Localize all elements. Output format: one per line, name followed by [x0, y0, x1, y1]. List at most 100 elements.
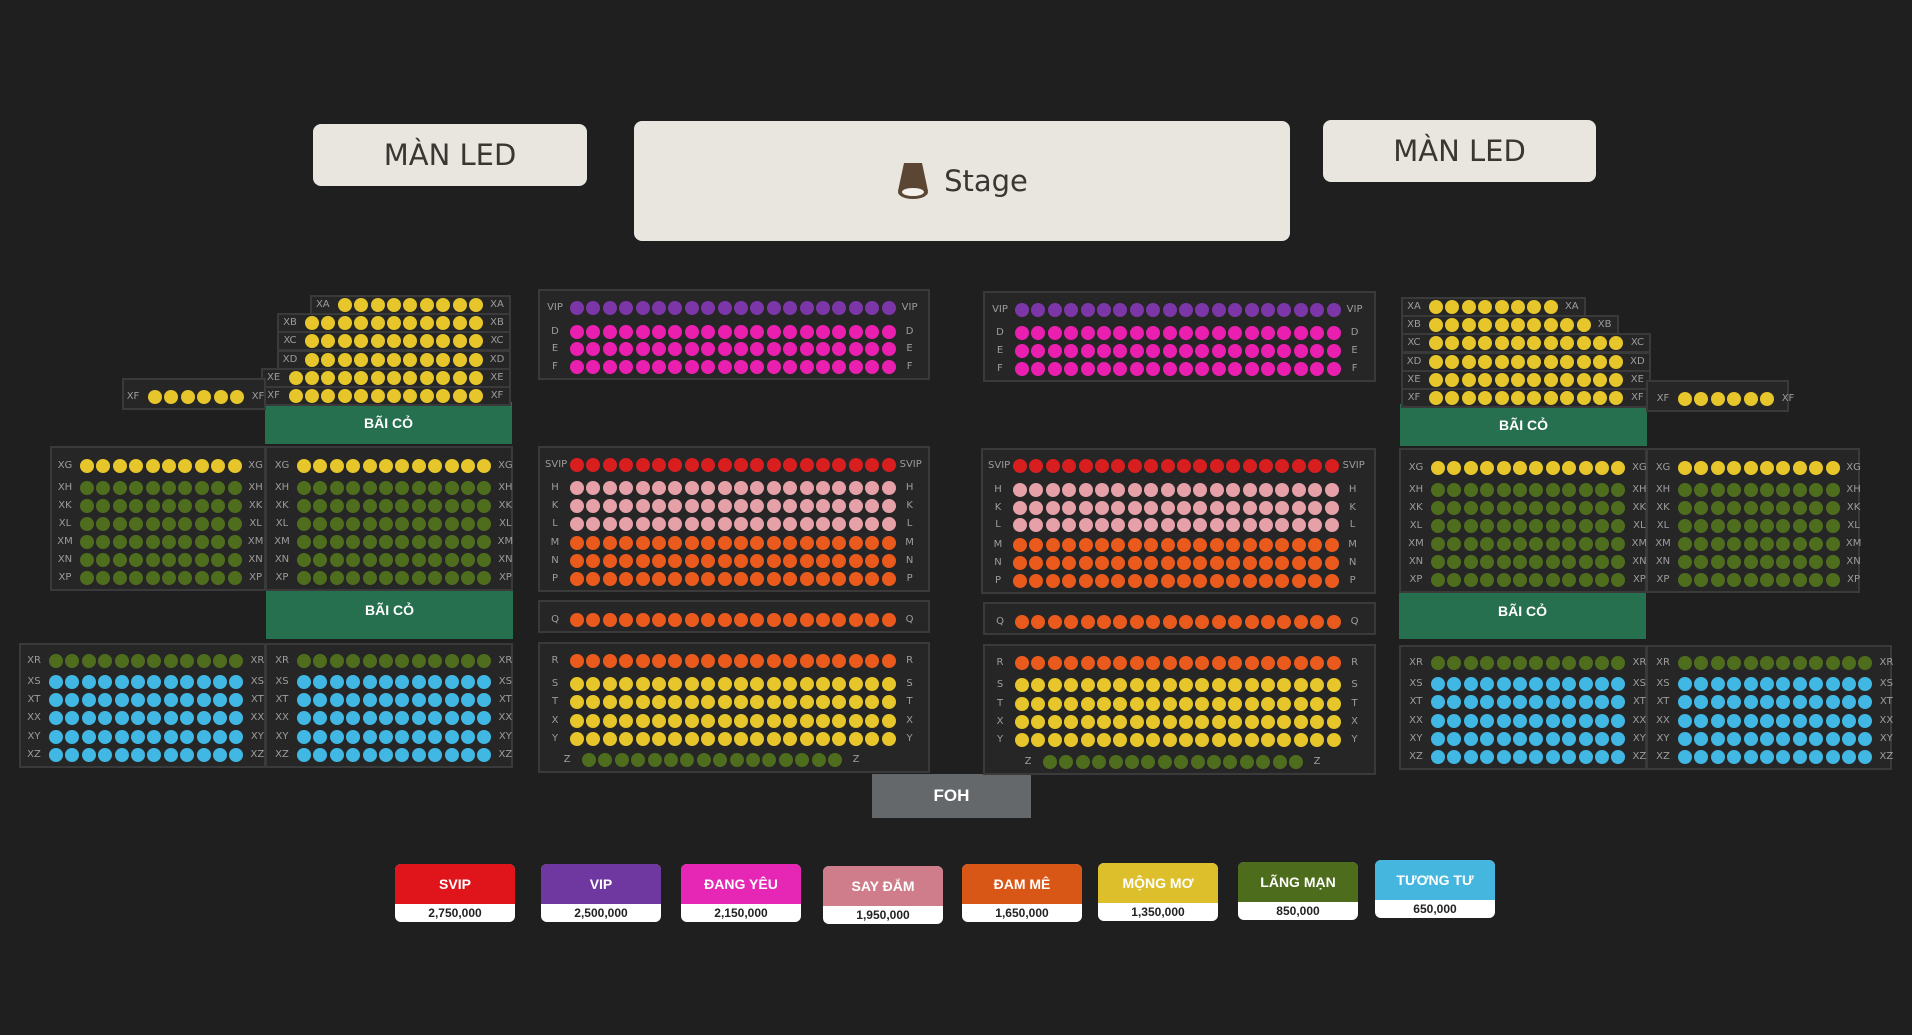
seat[interactable] — [131, 711, 145, 725]
seat[interactable] — [1447, 555, 1462, 569]
seat[interactable] — [1710, 573, 1725, 587]
seat[interactable] — [1129, 656, 1144, 670]
seat[interactable] — [602, 572, 617, 586]
seat[interactable] — [848, 499, 863, 513]
seat[interactable] — [1015, 615, 1029, 629]
seat[interactable] — [1326, 656, 1341, 670]
seat[interactable] — [750, 654, 765, 668]
seat[interactable] — [1031, 678, 1046, 692]
seat[interactable] — [477, 730, 492, 744]
seat[interactable] — [1291, 574, 1306, 588]
seat[interactable] — [848, 342, 863, 356]
seat[interactable] — [461, 693, 475, 707]
seat[interactable] — [1480, 537, 1495, 551]
seat[interactable] — [1259, 574, 1273, 588]
seat[interactable] — [1825, 555, 1840, 569]
seat[interactable] — [635, 613, 650, 627]
seat[interactable] — [684, 714, 699, 728]
seat[interactable] — [750, 458, 765, 472]
seat[interactable] — [1727, 537, 1742, 551]
seat[interactable] — [881, 572, 896, 586]
seat[interactable] — [1013, 518, 1027, 532]
seat[interactable] — [1047, 733, 1062, 747]
seat[interactable] — [1031, 656, 1046, 670]
seat[interactable] — [1111, 538, 1126, 552]
seat[interactable] — [570, 677, 584, 691]
seat[interactable] — [1078, 518, 1093, 532]
seat[interactable] — [1825, 501, 1840, 515]
seat[interactable] — [1463, 573, 1478, 587]
seat[interactable] — [1242, 574, 1257, 588]
seat[interactable] — [1562, 501, 1577, 515]
seat[interactable] — [1678, 392, 1692, 406]
seat[interactable] — [362, 654, 377, 668]
seat[interactable] — [635, 301, 650, 315]
seat[interactable] — [444, 693, 459, 707]
seat[interactable] — [1211, 715, 1226, 729]
seat[interactable] — [1858, 714, 1873, 728]
seat[interactable] — [766, 342, 781, 356]
seat[interactable] — [783, 695, 798, 709]
seat[interactable] — [114, 748, 129, 762]
seat[interactable] — [346, 693, 361, 707]
seat[interactable] — [329, 459, 344, 473]
seat[interactable] — [602, 732, 617, 746]
seat[interactable] — [602, 325, 617, 339]
seat[interactable] — [477, 693, 492, 707]
seat[interactable] — [379, 481, 393, 495]
seat[interactable] — [1463, 677, 1478, 691]
seat[interactable] — [1545, 750, 1560, 764]
seat[interactable] — [461, 748, 475, 762]
seat[interactable] — [1146, 678, 1161, 692]
seat[interactable] — [635, 458, 650, 472]
seat[interactable] — [750, 517, 765, 531]
seat[interactable] — [1578, 750, 1593, 764]
seat[interactable] — [81, 693, 96, 707]
seat[interactable] — [696, 753, 711, 767]
seat[interactable] — [1809, 714, 1824, 728]
seat[interactable] — [832, 342, 847, 356]
seat[interactable] — [570, 654, 584, 668]
seat[interactable] — [346, 459, 361, 473]
seat[interactable] — [337, 334, 352, 348]
seat[interactable] — [1529, 537, 1544, 551]
seat[interactable] — [1760, 714, 1774, 728]
seat[interactable] — [582, 753, 596, 767]
seat[interactable] — [1129, 697, 1144, 711]
seat[interactable] — [1244, 344, 1259, 358]
seat[interactable] — [614, 753, 629, 767]
seat[interactable] — [227, 481, 242, 495]
seat[interactable] — [1244, 715, 1259, 729]
seat[interactable] — [362, 535, 377, 549]
seat[interactable] — [701, 342, 716, 356]
seat[interactable] — [1047, 678, 1062, 692]
seat[interactable] — [1760, 656, 1774, 670]
seat[interactable] — [1127, 574, 1142, 588]
seat[interactable] — [1447, 656, 1462, 670]
seat[interactable] — [652, 325, 666, 339]
seat[interactable] — [180, 730, 195, 744]
seat[interactable] — [379, 553, 393, 567]
seat[interactable] — [1177, 459, 1191, 473]
seat[interactable] — [1694, 573, 1709, 587]
seat[interactable] — [1743, 501, 1758, 515]
seat[interactable] — [1776, 732, 1791, 746]
seat[interactable] — [337, 389, 352, 403]
seat[interactable] — [1111, 574, 1126, 588]
seat[interactable] — [1496, 537, 1511, 551]
seat[interactable] — [865, 714, 880, 728]
seat[interactable] — [848, 458, 863, 472]
seat[interactable] — [96, 499, 111, 513]
seat[interactable] — [766, 613, 781, 627]
seat[interactable] — [387, 371, 401, 385]
seat[interactable] — [1611, 461, 1626, 475]
seat[interactable] — [1463, 714, 1478, 728]
seat[interactable] — [1062, 518, 1077, 532]
seat[interactable] — [1694, 677, 1709, 691]
seat[interactable] — [80, 535, 94, 549]
seat[interactable] — [1293, 656, 1308, 670]
seat[interactable] — [1160, 518, 1175, 532]
seat[interactable] — [1447, 714, 1462, 728]
seat[interactable] — [196, 730, 211, 744]
seat[interactable] — [1324, 574, 1339, 588]
